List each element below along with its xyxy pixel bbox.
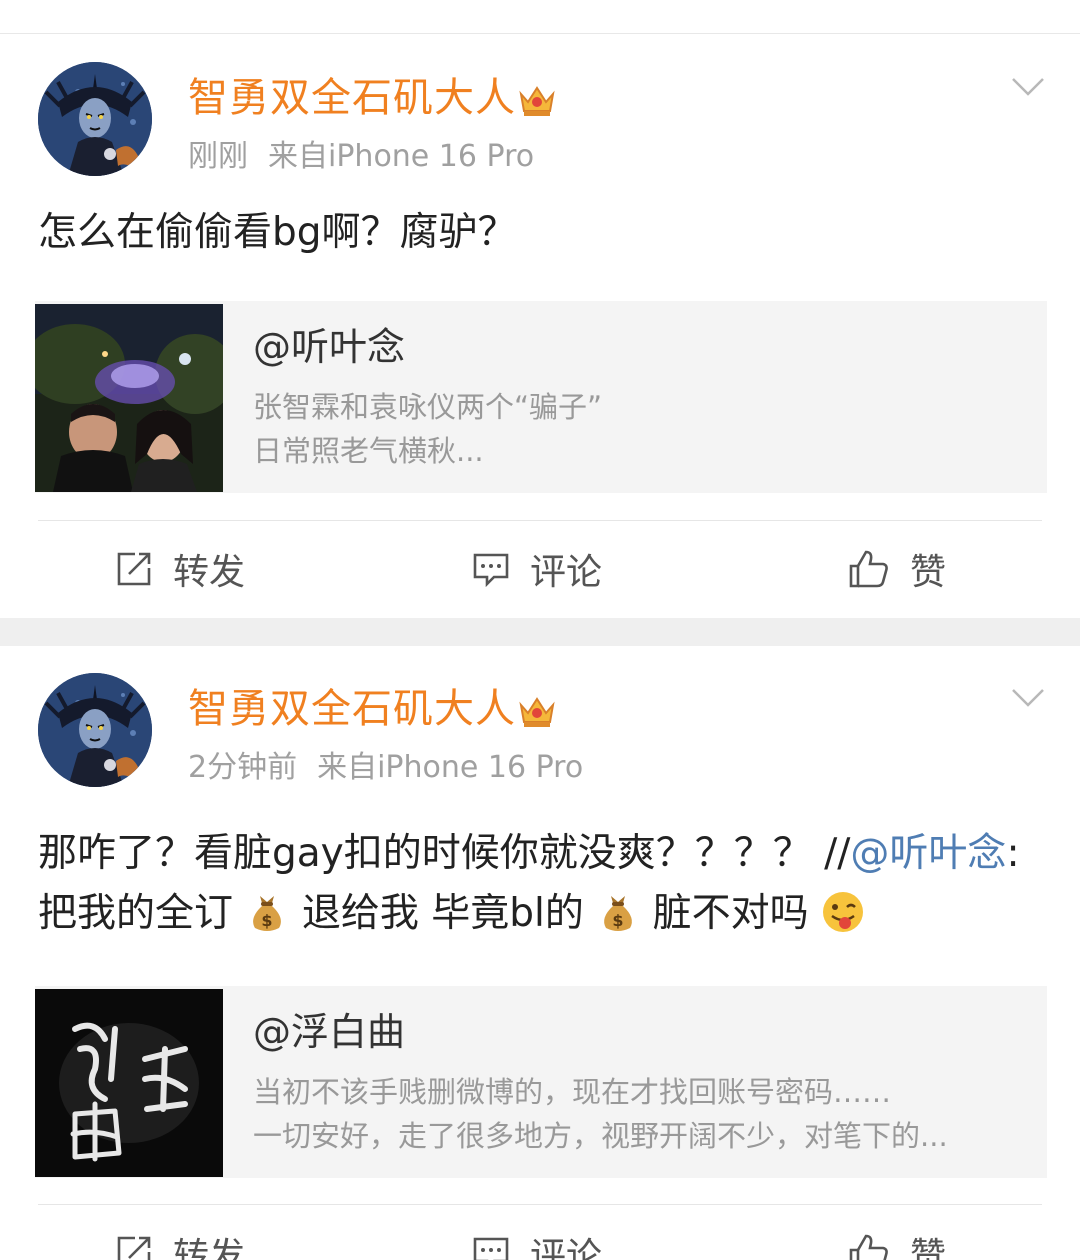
svg-text:$: $ — [613, 911, 624, 930]
crown-icon — [519, 697, 555, 727]
money-bag-icon: $ — [604, 896, 633, 931]
avatar[interactable] — [38, 673, 152, 787]
card-thumbnail — [35, 989, 223, 1177]
post-card[interactable]: 智勇双全石矶大人 2分钟前 来自iPhone 16 Pro 那咋了？看脏gay扣的… — [0, 646, 1080, 1260]
username[interactable]: 智勇双全石矶大人 — [188, 684, 516, 734]
like-button[interactable]: 赞 — [848, 521, 946, 617]
feed-separator — [0, 618, 1080, 646]
post-source: 来自iPhone 16 Pro — [268, 139, 535, 174]
post-time: 刚刚 — [188, 139, 248, 174]
card-description: 当初不该手贱删微博的，现在才找回账号密码…… 一切安好，走了很多地方，视野开阔不… — [253, 1070, 1033, 1158]
comment-icon — [473, 1237, 509, 1260]
card-title: @听叶念 — [253, 325, 406, 369]
like-icon — [849, 1234, 888, 1260]
repost-icon — [117, 552, 151, 586]
crown-icon — [519, 86, 555, 116]
chevron-down-icon[interactable] — [1010, 686, 1046, 710]
repost-label: 转发 — [173, 1236, 246, 1260]
post-meta: 2分钟前 来自iPhone 16 Pro — [188, 748, 583, 788]
like-icon — [849, 550, 888, 588]
card-description: 张智霖和袁咏仪两个“骗子” 日常照老气横秋... — [253, 385, 1033, 473]
card-title: @浮白曲 — [253, 1010, 406, 1054]
post-text-segment: 脏不对吗 — [652, 891, 809, 936]
money-bag-icon: $ — [253, 896, 282, 931]
avatar[interactable] — [38, 62, 152, 176]
linked-article-card[interactable]: @听叶念 张智霖和袁咏仪两个“骗子” 日常照老气横秋... — [35, 301, 1047, 493]
like-button[interactable]: 赞 — [848, 1205, 946, 1260]
repost-button[interactable]: 转发 — [115, 521, 245, 617]
post-text-segment: 退给我 毕竟bl的 — [301, 891, 584, 936]
card-desc-line: 张智霖和袁咏仪两个“骗子” — [253, 390, 603, 424]
card-desc-line: 日常照老气横秋... — [253, 434, 484, 468]
linked-article-card[interactable]: @浮白曲 当初不该手贱删微博的，现在才找回账号密码…… 一切安好，走了很多地方，… — [35, 986, 1047, 1178]
top-strip — [0, 0, 1080, 34]
post-card[interactable]: 智勇双全石矶大人 刚刚 来自iPhone 16 Pro 怎么在偷偷看bg啊？腐驴？ — [0, 35, 1080, 618]
mention-link[interactable]: @听叶念 — [850, 831, 1006, 876]
comment-button[interactable]: 评论 — [472, 1205, 602, 1260]
post-meta: 刚刚 来自iPhone 16 Pro — [188, 137, 534, 177]
like-label: 赞 — [910, 1236, 947, 1260]
repost-label: 转发 — [173, 552, 246, 593]
svg-text:$: $ — [262, 911, 273, 930]
post-text-segment: 那咋了？看脏gay扣的时候你就没爽？？？？ // — [38, 831, 851, 876]
comment-button[interactable]: 评论 — [472, 521, 602, 617]
action-bar: 转发 评论 赞 — [0, 521, 1080, 617]
card-thumbnail — [35, 304, 223, 492]
username[interactable]: 智勇双全石矶大人 — [188, 73, 516, 123]
post-text: 怎么在偷偷看bg啊？腐驴？ — [38, 210, 517, 255]
comment-icon — [473, 553, 509, 588]
chevron-down-icon[interactable] — [1010, 75, 1046, 99]
winking-tongue-emoji — [823, 892, 864, 932]
post-text: 那咋了？看脏gay扣的时候你就没爽？？？？ //@听叶念:把我的全订 $ 退给我… — [38, 824, 1048, 944]
repost-icon — [117, 1236, 151, 1260]
comment-label: 评论 — [530, 552, 603, 593]
comment-label: 评论 — [530, 1236, 603, 1260]
action-bar: 转发 评论 赞 — [0, 1205, 1080, 1260]
like-label: 赞 — [910, 552, 947, 593]
post-time: 2分钟前 — [188, 750, 298, 785]
card-desc-line: 一切安好，走了很多地方，视野开阔不少，对笔下的... — [253, 1119, 948, 1153]
post-source: 来自iPhone 16 Pro — [317, 750, 584, 785]
card-desc-line: 当初不该手贱删微博的，现在才找回账号密码…… — [253, 1075, 892, 1109]
repost-button[interactable]: 转发 — [115, 1205, 245, 1260]
